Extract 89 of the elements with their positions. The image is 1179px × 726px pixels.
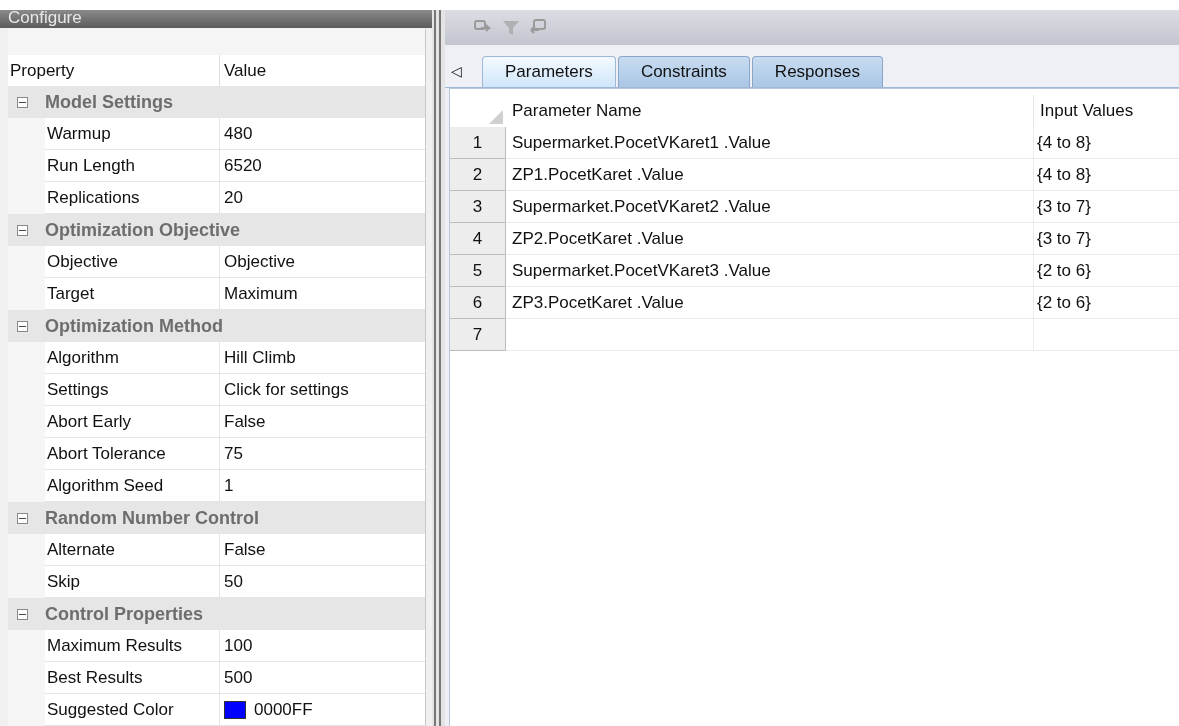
property-value-cell[interactable]: Objective bbox=[220, 246, 425, 278]
property-value: 6520 bbox=[224, 154, 262, 177]
property-value: Click for settings bbox=[224, 378, 349, 401]
property-name: Warmup bbox=[45, 118, 220, 150]
property-name: Algorithm Seed bbox=[45, 470, 220, 502]
category-label: Random Number Control bbox=[45, 506, 259, 530]
property-name: Best Results bbox=[45, 662, 220, 694]
table-cell: Supermarket.PocetVKaret3 .Value bbox=[506, 255, 1034, 287]
category-label: Optimization Objective bbox=[45, 218, 241, 242]
property-value-cell[interactable]: Click for settings bbox=[220, 374, 425, 406]
property-name: Target bbox=[45, 278, 220, 310]
row-header[interactable]: 6 bbox=[450, 287, 506, 319]
property-value: 50 bbox=[224, 570, 243, 593]
row-header[interactable]: 2 bbox=[450, 159, 506, 191]
category-label: Model Settings bbox=[45, 90, 173, 114]
column-header: Parameter Name bbox=[512, 100, 642, 123]
table-cell: ZP3.PocetKaret .Value bbox=[506, 287, 1034, 319]
property-value: 20 bbox=[224, 186, 243, 209]
property-value-cell[interactable]: 0000FF bbox=[220, 694, 425, 726]
property-value-cell[interactable]: 6520 bbox=[220, 150, 425, 182]
table-cell: ZP2.PocetKaret .Value bbox=[506, 223, 1034, 255]
row-header[interactable]: 5 bbox=[450, 255, 506, 287]
property-name: Algorithm bbox=[45, 342, 220, 374]
table-cell: Supermarket.PocetVKaret2 .Value bbox=[506, 191, 1034, 223]
table-cell: {2 to 6} bbox=[1034, 287, 1179, 319]
property-value: False bbox=[224, 410, 266, 433]
panel-title: Configure bbox=[0, 10, 432, 28]
category-row[interactable]: Model Settings bbox=[8, 86, 425, 118]
column-header: Value bbox=[220, 55, 425, 86]
tab[interactable]: Parameters bbox=[482, 56, 616, 87]
table-cell: Supermarket.PocetVKaret1 .Value bbox=[506, 127, 1034, 159]
property-value-cell[interactable]: False bbox=[220, 406, 425, 438]
row-header[interactable]: 3 bbox=[450, 191, 506, 223]
property-name: Alternate bbox=[45, 534, 220, 566]
property-value: 500 bbox=[224, 666, 253, 689]
row-header[interactable]: 4 bbox=[450, 223, 506, 255]
column-header: Input Values bbox=[1040, 100, 1134, 123]
property-value-cell[interactable]: 50 bbox=[220, 566, 425, 598]
property-value: Objective bbox=[224, 250, 295, 273]
tab[interactable]: Constraints bbox=[617, 56, 750, 87]
collapse-icon[interactable] bbox=[17, 224, 28, 236]
collapse-icon[interactable] bbox=[17, 96, 28, 108]
table-cell: {3 to 7} bbox=[1034, 223, 1179, 255]
property-value: 75 bbox=[224, 442, 243, 465]
property-name: Settings bbox=[45, 374, 220, 406]
property-value-cell[interactable]: Hill Climb bbox=[220, 342, 425, 374]
property-value-cell[interactable]: 75 bbox=[220, 438, 425, 470]
property-name: Run Length bbox=[45, 150, 220, 182]
property-value-cell[interactable]: 100 bbox=[220, 630, 425, 662]
property-value: False bbox=[224, 538, 266, 561]
category-row[interactable]: Optimization Objective bbox=[8, 214, 425, 246]
color-swatch[interactable] bbox=[224, 700, 246, 719]
table-cell: {4 to 8} bbox=[1034, 159, 1179, 191]
column-header: Property bbox=[8, 55, 220, 86]
collapse-icon[interactable] bbox=[17, 512, 28, 524]
property-value: 100 bbox=[224, 634, 253, 657]
collapse-icon[interactable] bbox=[17, 320, 28, 332]
property-value-cell[interactable]: 480 bbox=[220, 118, 425, 150]
table-cell: {4 to 8} bbox=[1034, 127, 1179, 159]
tab[interactable]: Responses bbox=[751, 56, 883, 87]
property-value: Hill Climb bbox=[224, 346, 296, 369]
category-label: Control Properties bbox=[45, 602, 204, 626]
property-value-cell[interactable]: False bbox=[220, 534, 425, 566]
row-header[interactable]: 7 bbox=[450, 319, 506, 351]
property-value: Maximum bbox=[224, 282, 298, 305]
property-value-cell[interactable]: 500 bbox=[220, 662, 425, 694]
tab-scroll-button[interactable]: ◁ bbox=[451, 60, 462, 82]
property-name: Objective bbox=[45, 246, 220, 278]
row-header[interactable]: 1 bbox=[450, 127, 506, 159]
property-value-cell[interactable]: 20 bbox=[220, 182, 425, 214]
property-value: 480 bbox=[224, 122, 253, 145]
property-name: Replications bbox=[45, 182, 220, 214]
category-row[interactable]: Random Number Control bbox=[8, 502, 425, 534]
property-value-cell[interactable]: 1 bbox=[220, 470, 425, 502]
property-name: Suggested Color bbox=[45, 694, 220, 726]
property-name: Abort Tolerance bbox=[45, 438, 220, 470]
property-value: 1 bbox=[224, 474, 234, 497]
collapse-icon[interactable] bbox=[17, 608, 28, 620]
property-name: Skip bbox=[45, 566, 220, 598]
category-row[interactable]: Optimization Method bbox=[8, 310, 425, 342]
property-name: Maximum Results bbox=[45, 630, 220, 662]
category-label: Optimization Method bbox=[45, 314, 223, 338]
property-value: 0000FF bbox=[254, 698, 313, 721]
category-row[interactable]: Control Properties bbox=[8, 598, 425, 630]
property-value-cell[interactable]: Maximum bbox=[220, 278, 425, 310]
table-cell: {2 to 6} bbox=[1034, 255, 1179, 287]
property-name: Abort Early bbox=[45, 406, 220, 438]
table-cell: {3 to 7} bbox=[1034, 191, 1179, 223]
table-cell: ZP1.PocetKaret .Value bbox=[506, 159, 1034, 191]
